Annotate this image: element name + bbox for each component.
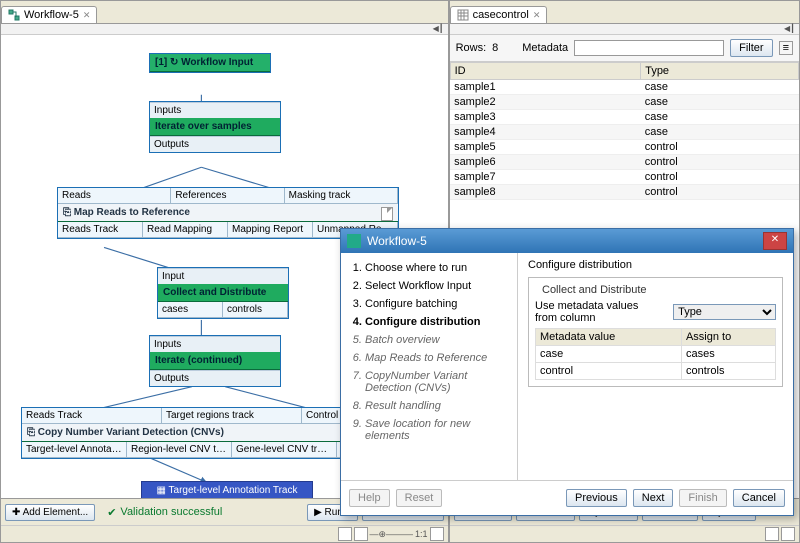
table-row[interactable]: sample2case xyxy=(450,95,798,110)
metadata-table: ID Type sample1casesample2casesample3cas… xyxy=(450,62,799,200)
wizard-step[interactable]: Choose where to run xyxy=(365,259,509,277)
dialog-titlebar[interactable]: Workflow-5 ✕ xyxy=(341,229,793,253)
wizard-step[interactable]: Map Reads to Reference xyxy=(365,349,509,367)
help-button[interactable]: Help xyxy=(349,489,390,507)
left-tabbar: Workflow-5 ✕ xyxy=(1,1,448,24)
right-status-strip xyxy=(450,525,799,542)
node-iterate[interactable]: Inputs Iterate over samples Outputs xyxy=(149,101,281,153)
fit-icon[interactable] xyxy=(430,527,444,541)
reset-button[interactable]: Reset xyxy=(396,489,443,507)
previous-button[interactable]: Previous xyxy=(566,489,627,507)
rows-label: Rows: xyxy=(456,42,487,54)
rows-count: 8 xyxy=(492,42,498,54)
metadata-label: Metadata xyxy=(522,42,568,54)
toggle-strip[interactable]: ◀┃ xyxy=(1,24,448,35)
right-tabbar: casecontrol ✕ xyxy=(450,1,799,24)
node-iterate-cont[interactable]: Inputs Iterate (continued) Outputs xyxy=(149,335,281,387)
cancel-button[interactable]: Cancel xyxy=(733,489,785,507)
wizard-steps: Choose where to runSelect Workflow Input… xyxy=(341,253,518,480)
table-row[interactable]: sample3case xyxy=(450,110,798,125)
table-row[interactable]: sample6control xyxy=(450,155,798,170)
wizard-step[interactable]: Save location for new elements xyxy=(365,415,509,445)
validation-status: ✔ Validation successful xyxy=(99,506,303,519)
table-row[interactable]: sample5control xyxy=(450,140,798,155)
view-mode-icon[interactable] xyxy=(338,527,352,541)
add-element-button[interactable]: ✚ Add Element... xyxy=(5,504,95,521)
close-icon[interactable]: ✕ xyxy=(83,10,91,21)
filter-button[interactable]: Filter xyxy=(730,39,772,57)
metadata-column-select[interactable]: Type xyxy=(673,304,776,320)
zoom-label: 1:1 xyxy=(415,529,428,539)
col-id[interactable]: ID xyxy=(450,63,641,80)
table-toolbar: Rows: 8 Metadata Filter ≡ xyxy=(450,35,799,62)
page-heading: Configure distribution xyxy=(528,259,783,271)
dialog-close-button[interactable]: ✕ xyxy=(763,232,787,250)
left-status-strip: —⊕——— 1:1 xyxy=(1,525,448,542)
table-row[interactable]: sample8control xyxy=(450,185,798,200)
wizard-dialog: Workflow-5 ✕ Choose where to runSelect W… xyxy=(340,228,794,516)
node-result[interactable]: ▦ Target-level Annotation Track xyxy=(141,481,313,498)
filter-input[interactable] xyxy=(574,40,724,56)
node-workflow-input[interactable]: [1] ↻ Workflow Input xyxy=(149,53,271,73)
wizard-step[interactable]: Batch overview xyxy=(365,331,509,349)
table-row[interactable]: sample4case xyxy=(450,125,798,140)
view-icon[interactable] xyxy=(765,527,779,541)
tab-label: Workflow-5 xyxy=(24,9,79,21)
tab-workflow[interactable]: Workflow-5 ✕ xyxy=(1,6,97,23)
toggle-strip[interactable]: ◀┃ xyxy=(450,24,799,35)
wizard-step[interactable]: Configure distribution xyxy=(365,313,509,331)
dialog-buttons: Help Reset Previous Next Finish Cancel xyxy=(341,480,793,515)
wizard-step[interactable]: Configure batching xyxy=(365,295,509,313)
wizard-step[interactable]: Select Workflow Input xyxy=(365,277,509,295)
wizard-page: Configure distribution Collect and Distr… xyxy=(518,253,793,480)
wizard-step[interactable]: CopyNumber Variant Detection (CNVs) xyxy=(365,367,509,397)
group-title: Collect and Distribute xyxy=(539,284,650,296)
filter-menu-icon[interactable]: ≡ xyxy=(779,41,793,55)
next-button[interactable]: Next xyxy=(633,489,674,507)
table-row[interactable]: sample1case xyxy=(450,80,798,95)
wizard-step[interactable]: Result handling xyxy=(365,397,509,415)
node-collect[interactable]: Input Collect and Distribute cases contr… xyxy=(157,267,289,319)
dialog-app-icon xyxy=(347,234,361,248)
col-type[interactable]: Type xyxy=(641,63,799,80)
view-mode-icon[interactable] xyxy=(354,527,368,541)
col-metaval[interactable]: Metadata value xyxy=(536,329,682,346)
table-row[interactable]: casecases xyxy=(536,346,776,363)
close-icon[interactable]: ✕ xyxy=(533,10,541,21)
table-row[interactable]: controlcontrols xyxy=(536,363,776,380)
tab-casecontrol[interactable]: casecontrol ✕ xyxy=(450,6,548,23)
report-icon xyxy=(381,207,393,221)
col-assignto[interactable]: Assign to xyxy=(681,329,775,346)
view-icon[interactable] xyxy=(781,527,795,541)
dialog-title: Workflow-5 xyxy=(367,234,427,248)
finish-button[interactable]: Finish xyxy=(679,489,726,507)
tab-label: casecontrol xyxy=(473,9,529,21)
assign-table: Metadata value Assign to casecasescontro… xyxy=(535,328,776,380)
use-metadata-label: Use metadata values from column xyxy=(535,300,657,324)
table-row[interactable]: sample7control xyxy=(450,170,798,185)
